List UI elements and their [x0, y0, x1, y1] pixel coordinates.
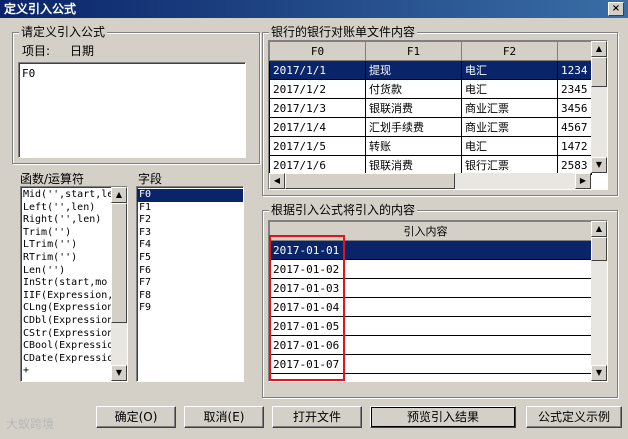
formula-group-legend: 请定义引入公式 [19, 25, 108, 39]
bank-group-legend: 银行的银行对账单文件内容 [269, 25, 418, 39]
open-file-button[interactable]: 打开文件 [272, 406, 362, 428]
table-cell: 2017/1/6 [269, 155, 366, 175]
examples-button[interactable]: 公式定义示例 [526, 406, 622, 428]
import-column-header: 引入内容 [343, 221, 594, 241]
functions-list[interactable]: Mid('',start,le Left('',len) Right('',len)… [20, 186, 128, 382]
scroll-up-button[interactable]: ▲ [111, 187, 127, 203]
bank-vscroll[interactable]: ▲ ▼ [591, 41, 607, 173]
field-item[interactable]: F2 [137, 214, 243, 227]
table-cell: 银联消费 [365, 98, 462, 118]
bank-table-header: F0 F1 F2 [269, 41, 592, 61]
scroll-thumb-horizontal[interactable] [285, 173, 455, 189]
field-item[interactable]: F6 [137, 265, 243, 278]
table-cell: 电汇 [461, 79, 558, 99]
table-cell: 付货款 [365, 79, 462, 99]
bank-column-header[interactable]: F1 [365, 41, 462, 61]
table-cell: 商业汇票 [461, 98, 558, 118]
field-item[interactable]: F5 [137, 252, 243, 265]
table-row[interactable]: 2017/1/3 银联消费 商业汇票 3456 [269, 98, 592, 118]
table-cell [343, 316, 594, 336]
table-row[interactable]: 2017/1/5 转账 电汇 1472 [269, 136, 592, 156]
highlight-box [269, 235, 345, 381]
field-item[interactable]: F1 [137, 202, 243, 215]
table-cell: 2017/1/5 [269, 136, 366, 156]
fields-items: F0 F1 F2 F3 F4 F5 F6 F7 F8 F9 [137, 187, 243, 315]
table-cell [343, 240, 594, 260]
table-cell [343, 354, 594, 374]
table-cell: 2345 [557, 79, 592, 99]
field-item[interactable]: F9 [137, 302, 243, 315]
table-cell: 汇划手续费 [365, 117, 462, 137]
table-cell [343, 278, 594, 298]
watermark: 大蚁跨境 [6, 417, 55, 431]
bank-column-header[interactable]: F0 [269, 41, 366, 61]
scroll-up-button[interactable]: ▲ [591, 41, 607, 57]
bank-column-header[interactable] [557, 41, 592, 61]
field-item[interactable]: F3 [137, 227, 243, 240]
field-item[interactable]: F7 [137, 277, 243, 290]
title-bar: 定义引入公式 × [0, 0, 628, 18]
table-cell: 提现 [365, 60, 462, 80]
functions-label: 函数/运算符 [20, 172, 85, 186]
table-cell: 1234 [557, 60, 592, 80]
scroll-right-button[interactable]: ▶ [575, 173, 591, 189]
cancel-button[interactable]: 取消(E) [184, 406, 264, 428]
item-value: 日期 [70, 44, 95, 58]
scroll-thumb[interactable] [591, 57, 607, 87]
scroll-down-button[interactable]: ▼ [591, 157, 607, 173]
close-button[interactable]: × [608, 2, 624, 16]
field-item[interactable]: F4 [137, 239, 243, 252]
scroll-thumb[interactable] [591, 237, 607, 261]
preview-button[interactable]: 预览引入结果 [370, 406, 516, 428]
scroll-left-button[interactable]: ◀ [269, 173, 285, 189]
table-cell: 2583 [557, 155, 592, 175]
import-group-legend: 根据引入公式将引入的内容 [269, 203, 418, 217]
fields-list[interactable]: F0 F1 F2 F3 F4 F5 F6 F7 F8 F9 [136, 186, 244, 382]
table-cell: 1472 [557, 136, 592, 156]
scroll-thumb[interactable] [111, 203, 127, 323]
table-cell [343, 335, 594, 355]
fields-label: 字段 [138, 172, 163, 186]
table-cell: 银行汇票 [461, 155, 558, 175]
scroll-down-button[interactable]: ▼ [111, 365, 127, 381]
ok-button[interactable]: 确定(O) [96, 406, 176, 428]
table-cell: 商业汇票 [461, 117, 558, 137]
bank-table: F0 F1 F2 2017/1/1 提现 电汇 1234 2017/1/2 付货款 电汇 2345… [269, 41, 592, 175]
item-label: 项目: [22, 44, 51, 58]
table-cell: 2017/1/4 [269, 117, 366, 137]
table-row[interactable]: 2017/1/1 提现 电汇 1234 [269, 60, 592, 80]
table-cell [343, 297, 594, 317]
table-cell: 4567 [557, 117, 592, 137]
bank-grid[interactable]: F0 F1 F2 2017/1/1 提现 电汇 1234 2017/1/2 付货款 电汇 2345… [268, 40, 608, 190]
table-cell [343, 259, 594, 279]
functions-scrollbar[interactable]: ▲ ▼ [111, 187, 127, 381]
table-row[interactable]: 2017/1/6 银联消费 银行汇票 2583 [269, 155, 592, 175]
import-vscroll[interactable]: ▲ ▼ [591, 221, 607, 381]
formula-text: F0 [22, 67, 36, 80]
table-cell: 2017/1/2 [269, 79, 366, 99]
field-item[interactable]: F0 [137, 189, 243, 202]
formula-input[interactable]: F0 [18, 62, 246, 158]
window-title: 定义引入公式 [4, 2, 77, 16]
table-cell: 银联消费 [365, 155, 462, 175]
table-cell: 3456 [557, 98, 592, 118]
bank-hscroll[interactable]: ◀ ▶ [269, 173, 591, 189]
table-cell: 电汇 [461, 136, 558, 156]
bank-column-header[interactable]: F2 [461, 41, 558, 61]
table-row[interactable]: 2017/1/2 付货款 电汇 2345 [269, 79, 592, 99]
table-row[interactable]: 2017/1/4 汇划手续费 商业汇票 4567 [269, 117, 592, 137]
field-item[interactable]: F8 [137, 290, 243, 303]
table-cell: 2017/1/3 [269, 98, 366, 118]
table-cell: 电汇 [461, 60, 558, 80]
scroll-up-button[interactable]: ▲ [591, 221, 607, 237]
table-cell: 转账 [365, 136, 462, 156]
table-cell: 2017/1/1 [269, 60, 366, 80]
scroll-down-button[interactable]: ▼ [591, 365, 607, 381]
